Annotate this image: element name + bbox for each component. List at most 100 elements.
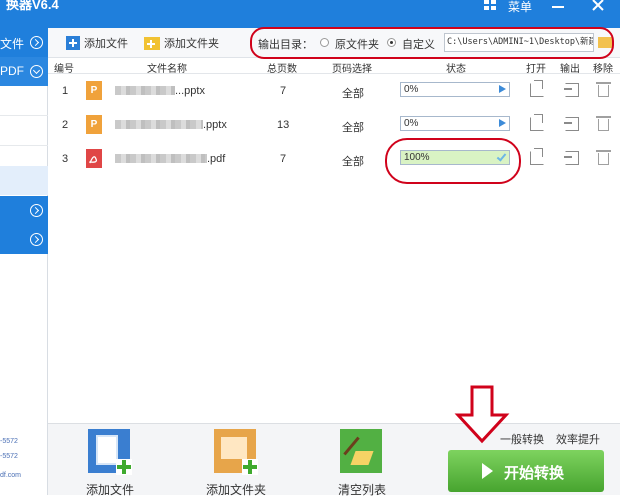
page-select[interactable]: 全部 bbox=[342, 119, 364, 135]
play-icon[interactable] bbox=[499, 119, 506, 127]
pptx-file-icon: P bbox=[86, 115, 102, 134]
radio-source-folder-label: 原文件夹 bbox=[335, 39, 379, 51]
open-icon[interactable] bbox=[530, 114, 544, 131]
toolbar: 添加文件 添加文件夹 输出目录： 原文件夹 自定义 C:\Users\ADMIN… bbox=[48, 28, 620, 58]
add-folder-icon bbox=[144, 36, 160, 50]
chevron-down-icon bbox=[30, 65, 43, 78]
page-select[interactable]: 全部 bbox=[342, 153, 364, 169]
page-select[interactable]: 全部 bbox=[342, 85, 364, 101]
add-file-icon bbox=[66, 36, 80, 50]
radio-custom-label: 自定义 bbox=[402, 39, 435, 51]
annotation-arrow-down-icon bbox=[454, 385, 510, 444]
sidebar-subitem[interactable] bbox=[0, 86, 48, 116]
table-row[interactable]: 2 P .pptx 13 全部 0% bbox=[48, 108, 620, 142]
pptx-file-icon: P bbox=[86, 81, 102, 100]
title-bar: 换器V6.4 菜单 bbox=[0, 0, 620, 28]
start-convert-button[interactable]: 开始转换 bbox=[448, 450, 604, 492]
clear-list-label: 清空列表 bbox=[337, 483, 386, 497]
col-remove: 移除 bbox=[593, 64, 613, 75]
row-index: 3 bbox=[62, 153, 69, 165]
chevron-right-icon bbox=[30, 233, 43, 246]
trash-icon[interactable] bbox=[596, 82, 611, 97]
sidebar-item-collapsed[interactable] bbox=[0, 225, 48, 254]
sidebar-item-file[interactable]: 文件 bbox=[0, 28, 48, 57]
progress-text: 0% bbox=[404, 84, 419, 95]
col-index: 编号 bbox=[54, 64, 74, 75]
page-count: 7 bbox=[280, 153, 287, 165]
table-header: 编号 文件名称 总页数 页码选择 状态 打开 输出 移除 bbox=[48, 58, 620, 75]
trash-icon[interactable] bbox=[596, 116, 611, 131]
progress-bar: 0% bbox=[400, 116, 510, 131]
open-icon[interactable] bbox=[530, 148, 544, 165]
sidebar-item-label: PDF bbox=[0, 64, 24, 78]
add-folder-icon bbox=[214, 429, 258, 475]
export-icon[interactable] bbox=[564, 151, 579, 165]
progress-text: 100% bbox=[404, 152, 430, 163]
mode-efficient[interactable]: 效率提升 bbox=[556, 431, 600, 447]
pdf-file-icon bbox=[86, 149, 102, 168]
output-dir-label: 输出目录： bbox=[258, 39, 313, 51]
row-index: 2 bbox=[62, 119, 69, 131]
app-title: 换器V6.4 bbox=[6, 0, 59, 12]
radio-source-folder[interactable] bbox=[320, 38, 329, 47]
browse-folder-icon[interactable] bbox=[598, 37, 612, 48]
blurred-filename bbox=[115, 86, 175, 95]
add-file-big-button[interactable]: 添加文件 bbox=[70, 429, 140, 497]
add-folder-big-label: 添加文件夹 bbox=[205, 483, 266, 497]
filename-suffix: .pdf bbox=[207, 153, 226, 165]
minimize-icon[interactable] bbox=[543, 0, 573, 12]
play-icon[interactable] bbox=[499, 85, 506, 93]
sidebar-subitem-selected[interactable] bbox=[0, 166, 48, 195]
open-icon[interactable] bbox=[530, 80, 544, 97]
add-folder-button[interactable]: 添加文件夹 bbox=[144, 34, 219, 52]
sidebar-item-label: 文件 bbox=[0, 37, 25, 51]
col-export: 输出 bbox=[560, 64, 580, 75]
broom-icon bbox=[340, 429, 382, 473]
bottom-bar: 添加文件 添加文件夹 清空列表 一般转换 效率提升 开始转换 bbox=[48, 423, 620, 497]
col-filename: 文件名称 bbox=[147, 64, 187, 75]
filename-suffix: ...pptx bbox=[175, 85, 205, 97]
blurred-filename bbox=[115, 120, 203, 129]
progress-text: 0% bbox=[404, 118, 419, 129]
add-file-icon bbox=[88, 429, 132, 475]
sidebar-footer-line[interactable]: -5572 bbox=[0, 438, 18, 445]
export-icon[interactable] bbox=[564, 83, 579, 97]
chevron-right-icon bbox=[30, 204, 43, 217]
clear-list-button[interactable]: 清空列表 bbox=[322, 429, 392, 497]
add-file-label: 添加文件 bbox=[84, 38, 128, 50]
sidebar-footer-line[interactable]: df.com bbox=[0, 472, 21, 479]
play-icon bbox=[482, 463, 493, 479]
blurred-filename bbox=[115, 154, 207, 163]
page-count: 7 bbox=[280, 85, 287, 97]
menu-button[interactable]: 菜单 bbox=[508, 0, 532, 15]
col-status: 状态 bbox=[446, 64, 466, 75]
sidebar-subitem[interactable] bbox=[0, 138, 48, 168]
plus-icon bbox=[242, 459, 258, 475]
radio-custom[interactable] bbox=[387, 38, 396, 47]
progress-bar: 100% bbox=[400, 150, 510, 165]
add-folder-label: 添加文件夹 bbox=[164, 38, 219, 50]
start-convert-label: 开始转换 bbox=[504, 465, 565, 482]
row-index: 1 bbox=[62, 85, 69, 97]
add-folder-big-button[interactable]: 添加文件夹 bbox=[196, 429, 266, 497]
trash-icon[interactable] bbox=[596, 150, 611, 165]
progress-bar: 0% bbox=[400, 82, 510, 97]
chevron-right-icon bbox=[30, 36, 43, 49]
col-pages: 总页数 bbox=[267, 64, 297, 75]
page-count: 13 bbox=[277, 119, 290, 131]
close-icon[interactable] bbox=[583, 0, 613, 12]
sidebar-item-collapsed[interactable] bbox=[0, 196, 48, 225]
output-path-field[interactable]: C:\Users\ADMINI~1\Desktop\新建文 bbox=[444, 33, 594, 52]
add-file-button[interactable]: 添加文件 bbox=[66, 34, 128, 52]
export-icon[interactable] bbox=[564, 117, 579, 131]
sidebar-item-pdf[interactable]: PDF bbox=[0, 57, 48, 86]
col-open: 打开 bbox=[526, 64, 546, 75]
col-page-select: 页码选择 bbox=[332, 64, 372, 75]
sidebar: 文件 PDF -5572 -5572 df.com bbox=[0, 28, 48, 495]
grid-icon[interactable] bbox=[483, 0, 497, 10]
plus-icon bbox=[116, 459, 132, 475]
table-row[interactable]: 1 P ...pptx 7 全部 0% bbox=[48, 74, 620, 108]
filename-suffix: .pptx bbox=[203, 119, 227, 131]
sidebar-footer-line: -5572 bbox=[0, 453, 18, 460]
table-row[interactable]: 3 .pdf 7 全部 100% bbox=[48, 142, 620, 176]
